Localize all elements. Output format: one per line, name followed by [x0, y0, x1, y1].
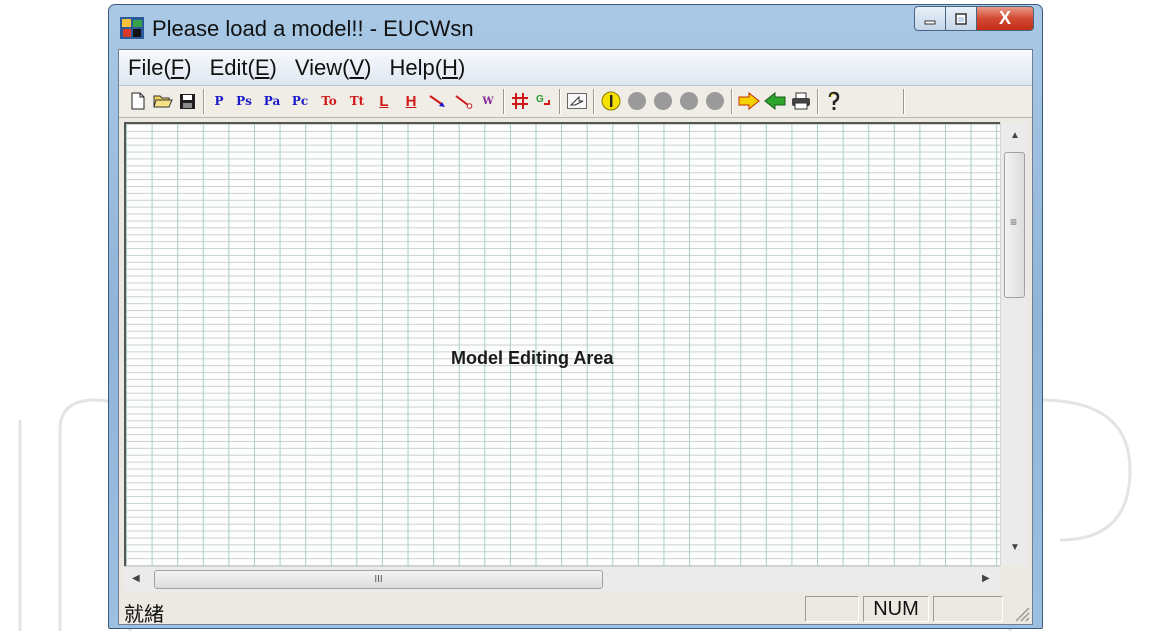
maximize-button[interactable] [946, 6, 976, 31]
new-icon [131, 92, 145, 110]
editing-area-label: Model Editing Area [451, 348, 614, 368]
model-editing-canvas[interactable]: Model Editing Area [124, 122, 1000, 566]
token-button[interactable] [599, 90, 623, 112]
status-panel-num: NUM [863, 596, 929, 622]
toolbar-separator [559, 89, 561, 114]
run-button[interactable] [625, 90, 649, 112]
svg-text:G: G [536, 94, 544, 105]
grip-lines-icon: ≡ [1010, 215, 1018, 229]
run-dot-icon [628, 92, 646, 110]
place-ps-button[interactable]: Ps [231, 90, 257, 112]
menu-bar: File(F) Edit(E) View(V) Help(H) [119, 50, 1032, 86]
toolbar-separator [203, 89, 205, 114]
grid-icon [512, 93, 528, 109]
minimize-icon [924, 20, 936, 24]
minimize-button[interactable] [914, 6, 946, 31]
line-l-button[interactable]: L [373, 90, 395, 112]
grid-button[interactable] [509, 90, 531, 112]
scroll-up-icon[interactable]: ▲ [1010, 130, 1020, 141]
toolbar: P Ps Pa Pc To Tt L H W G [119, 86, 1032, 118]
forward-arrow-icon [738, 92, 760, 110]
select-pointer-icon [567, 93, 587, 109]
window-title: Please load a model!! - EUCWsn [152, 16, 474, 41]
arc-button[interactable] [427, 90, 449, 112]
new-button[interactable] [128, 90, 148, 112]
arc-arrow-icon [429, 95, 445, 107]
scroll-left-icon[interactable]: ◀ [132, 573, 140, 584]
title-bar[interactable]: Please load a model!! - EUCWsn X [109, 5, 1042, 49]
step-dot-icon [654, 92, 672, 110]
save-button[interactable] [177, 90, 197, 112]
weight-w-button[interactable]: W [479, 90, 497, 112]
horizontal-scrollbar[interactable]: ◀ III ▶ [124, 566, 1000, 591]
place-p-button[interactable]: P [211, 90, 227, 112]
close-icon: X [998, 8, 1011, 28]
pause-button[interactable] [677, 90, 701, 112]
toolbar-separator [817, 89, 819, 114]
token-icon [601, 91, 621, 111]
scroll-down-icon[interactable]: ▼ [1010, 542, 1020, 553]
status-bar: 就緒 NUM [119, 593, 1032, 626]
transition-to-button[interactable]: To [317, 90, 341, 112]
toolbar-separator [593, 89, 595, 114]
print-button[interactable] [789, 90, 813, 112]
transition-tt-button[interactable]: Tt [345, 90, 369, 112]
line-h-button[interactable]: H [400, 90, 422, 112]
place-pa-button[interactable]: Pa [259, 90, 285, 112]
grip-lines-icon: III [374, 574, 383, 585]
print-icon [792, 92, 810, 110]
menu-help[interactable]: Help(H) [380, 55, 474, 81]
app-window: Please load a model!! - EUCWsn X File(F)… [108, 4, 1043, 629]
caption-buttons: X [914, 6, 1034, 31]
goto-icon: G [536, 94, 550, 105]
stop-button[interactable] [703, 90, 727, 112]
status-text: 就緒 [124, 602, 164, 626]
help-button[interactable] [823, 90, 845, 112]
scroll-corner [1000, 566, 1027, 591]
pause-dot-icon [680, 92, 698, 110]
menu-edit[interactable]: Edit(E) [201, 55, 286, 81]
place-pc-button[interactable]: Pc [287, 90, 313, 112]
resize-grip-icon[interactable] [1012, 604, 1030, 622]
inhibitor-arc-icon [455, 95, 473, 109]
client-area: File(F) Edit(E) View(V) Help(H) P Ps Pa … [118, 49, 1033, 626]
back-button[interactable] [763, 90, 787, 112]
goto-button[interactable]: G [533, 90, 555, 112]
vertical-scroll-thumb[interactable]: ≡ [1004, 152, 1025, 298]
app-icon [120, 17, 144, 39]
menu-file[interactable]: File(F) [119, 55, 201, 81]
toolbar-separator [503, 89, 505, 114]
status-panel-3 [933, 596, 1003, 622]
horizontal-scroll-thumb[interactable]: III [154, 570, 603, 589]
back-arrow-icon [764, 92, 786, 110]
step-button[interactable] [651, 90, 675, 112]
open-button[interactable] [152, 90, 174, 112]
help-icon [828, 91, 840, 111]
save-disk-icon [179, 93, 195, 109]
scroll-right-icon[interactable]: ▶ [982, 573, 990, 584]
vertical-scrollbar[interactable]: ▲ ≡ ▼ [1000, 122, 1027, 566]
menu-view[interactable]: View(V) [286, 55, 381, 81]
select-button[interactable] [565, 90, 589, 112]
inhibitor-arc-button[interactable] [453, 90, 475, 112]
toolbar-separator [903, 89, 905, 114]
toolbar-separator [731, 89, 733, 114]
open-folder-icon [153, 95, 173, 108]
status-panel-1 [805, 596, 859, 622]
close-button[interactable]: X [976, 6, 1034, 31]
forward-button[interactable] [737, 90, 761, 112]
stop-dot-icon [706, 92, 724, 110]
maximize-icon [955, 12, 967, 25]
